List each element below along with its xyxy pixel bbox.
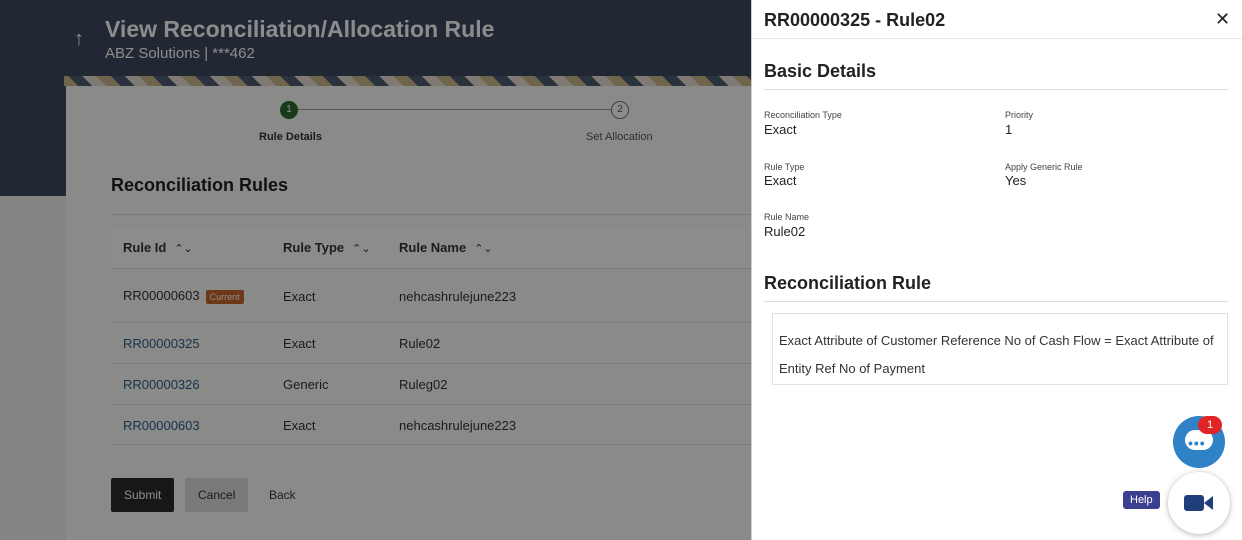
rule-name-value: Rule02	[764, 224, 806, 239]
apply-generic-rule-value: Yes	[1005, 173, 1027, 188]
modal-overlay[interactable]	[0, 0, 751, 540]
priority-value: 1	[1005, 122, 1013, 137]
video-camera-lens	[1204, 496, 1213, 510]
reconciliation-rule-divider	[764, 301, 1228, 302]
help-label[interactable]: Help	[1123, 491, 1160, 509]
reconciliation-type-value: Exact	[764, 122, 797, 137]
video-camera-icon	[1184, 495, 1204, 511]
rule-expression: Exact Attribute of Customer Reference No…	[772, 313, 1228, 385]
video-help-button[interactable]	[1168, 472, 1230, 534]
rule-name-label: Rule Name	[764, 212, 810, 222]
rule-type-value: Exact	[764, 173, 797, 188]
reconciliation-type-label: Reconciliation Type	[764, 110, 842, 120]
notification-badge: 1	[1198, 416, 1222, 434]
rule-detail-panel: RR00000325 - Rule02 ✕ Basic Details Reco…	[751, 0, 1242, 540]
basic-details-heading: Basic Details	[764, 61, 877, 81]
priority-label: Priority	[1005, 110, 1034, 120]
panel-header-divider	[752, 38, 1242, 39]
close-icon[interactable]: ✕	[1215, 9, 1230, 30]
panel-title: RR00000325 - Rule02	[764, 10, 946, 30]
reconciliation-rule-heading: Reconciliation Rule	[764, 273, 932, 293]
rule-type-label: Rule Type	[764, 162, 805, 172]
chat-dots: •••	[1188, 435, 1206, 451]
basic-details-divider	[764, 89, 1228, 90]
apply-generic-rule-label: Apply Generic Rule	[1005, 162, 1083, 172]
